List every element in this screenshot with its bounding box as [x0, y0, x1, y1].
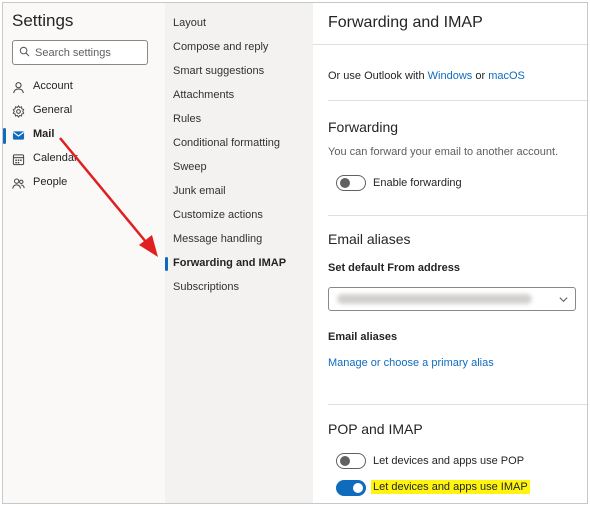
nav-item-smart-suggestions[interactable]: Smart suggestions [165, 61, 313, 83]
outlook-prefix-text: Or use Outlook with [328, 70, 425, 82]
chevron-down-icon [559, 297, 568, 303]
settings-categories-pane: Settings Account General [3, 3, 165, 503]
selected-indicator [165, 257, 168, 271]
nav-item-customize-actions[interactable]: Customize actions [165, 205, 313, 227]
enable-forwarding-toggle[interactable] [336, 175, 366, 191]
panel-header: Forwarding and IMAP [313, 3, 587, 45]
nav-item-layout[interactable]: Layout [165, 13, 313, 35]
outlook-apps-line: Or use Outlook with Windows or macOS [328, 70, 525, 82]
people-icon [12, 178, 25, 189]
forwarding-section-title: Forwarding [328, 119, 399, 135]
imap-label-highlighted: Let devices and apps use IMAP [371, 480, 530, 494]
nav-item-label: Attachments [173, 89, 235, 101]
nav-item-label: Layout [173, 17, 207, 29]
category-label: People [33, 176, 68, 188]
forwarding-description: You can forward your email to another ac… [328, 146, 559, 158]
category-general[interactable]: General [3, 101, 165, 123]
nav-item-label: Customize actions [173, 209, 263, 221]
nav-item-label: Junk email [173, 185, 226, 197]
nav-item-rules[interactable]: Rules [165, 109, 313, 131]
windows-link[interactable]: Windows [428, 70, 473, 82]
settings-window: Settings Account General [2, 2, 588, 504]
mail-icon [12, 131, 25, 140]
selected-indicator [3, 128, 6, 144]
calendar-icon [12, 154, 25, 166]
category-label: Calendar [33, 152, 78, 164]
manage-alias-link[interactable]: Manage or choose a primary alias [328, 357, 494, 369]
search-input[interactable] [35, 44, 143, 61]
macos-link[interactable]: macOS [488, 70, 525, 82]
nav-item-forwarding-and-imap[interactable]: Forwarding and IMAP [165, 253, 313, 275]
section-divider [328, 215, 587, 216]
settings-title: Settings [12, 11, 74, 30]
mail-settings-nav: Layout Compose and reply Smart suggestio… [165, 3, 313, 503]
nav-item-label: Rules [173, 113, 202, 125]
pop-imap-section-title: POP and IMAP [328, 421, 423, 437]
category-account[interactable]: Account [3, 77, 165, 99]
nav-item-label: Conditional formatting [173, 137, 281, 149]
redacted-email-value [337, 294, 532, 304]
enable-forwarding-label: Enable forwarding [373, 177, 462, 189]
person-icon [13, 82, 24, 94]
gear-icon [12, 105, 25, 118]
pop-toggle[interactable] [336, 453, 366, 469]
category-label: Account [33, 80, 73, 92]
toggle-knob [340, 178, 350, 188]
pop-label: Let devices and apps use POP [373, 455, 525, 467]
section-divider [328, 100, 587, 101]
panel-title: Forwarding and IMAP [328, 14, 483, 31]
category-people[interactable]: People [3, 173, 165, 195]
category-calendar[interactable]: Calendar [3, 149, 165, 171]
search-box[interactable] [12, 40, 148, 65]
nav-item-subscriptions[interactable]: Subscriptions [165, 277, 313, 299]
nav-item-conditional-formatting[interactable]: Conditional formatting [165, 133, 313, 155]
or-text: or [475, 70, 486, 82]
nav-item-label: Forwarding and IMAP [173, 257, 287, 269]
search-icon [19, 46, 30, 57]
toggle-knob [353, 483, 363, 493]
category-label: General [33, 104, 73, 116]
nav-item-label: Sweep [173, 161, 207, 173]
nav-item-label: Message handling [173, 233, 263, 245]
default-from-label: Set default From address [328, 262, 461, 274]
toggle-knob [340, 456, 350, 466]
nav-item-compose-and-reply[interactable]: Compose and reply [165, 37, 313, 59]
nav-item-sweep[interactable]: Sweep [165, 157, 313, 179]
forwarding-imap-panel: Forwarding and IMAP Or use Outlook with … [313, 3, 587, 503]
imap-toggle[interactable] [336, 480, 366, 496]
nav-item-message-handling[interactable]: Message handling [165, 229, 313, 251]
nav-item-attachments[interactable]: Attachments [165, 85, 313, 107]
imap-label: Let devices and apps use IMAP [371, 480, 530, 494]
category-label: Mail [33, 128, 55, 140]
nav-item-label: Smart suggestions [173, 65, 265, 77]
nav-item-label: Compose and reply [173, 41, 269, 53]
category-mail[interactable]: Mail [3, 125, 165, 147]
email-aliases-label: Email aliases [328, 331, 398, 343]
nav-item-label: Subscriptions [173, 281, 240, 293]
default-from-select[interactable] [328, 287, 576, 311]
aliases-section-title: Email aliases [328, 231, 411, 247]
nav-item-junk-email[interactable]: Junk email [165, 181, 313, 203]
section-divider [328, 404, 587, 405]
